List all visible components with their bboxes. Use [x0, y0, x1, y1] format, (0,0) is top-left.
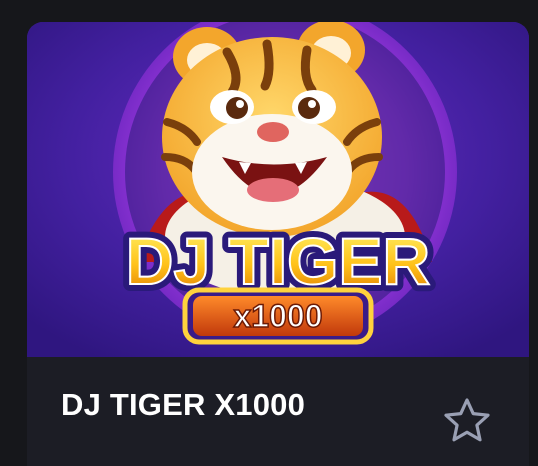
- game-thumbnail[interactable]: DJ TIGER DJ TIGER x1000: [27, 22, 529, 357]
- tiger-mascot: [161, 22, 383, 237]
- game-title: DJ TIGER X1000: [61, 387, 306, 422]
- logo-title: DJ TIGER: [126, 224, 430, 298]
- game-card[interactable]: DJ TIGER DJ TIGER x1000 DJ TIGER X1000: [27, 22, 529, 466]
- game-artwork: DJ TIGER DJ TIGER x1000: [27, 22, 529, 357]
- card-footer: DJ TIGER X1000: [27, 357, 529, 466]
- star-outline-icon: [444, 398, 490, 442]
- favorite-button[interactable]: [441, 395, 493, 447]
- logo-badge: x1000: [234, 298, 323, 334]
